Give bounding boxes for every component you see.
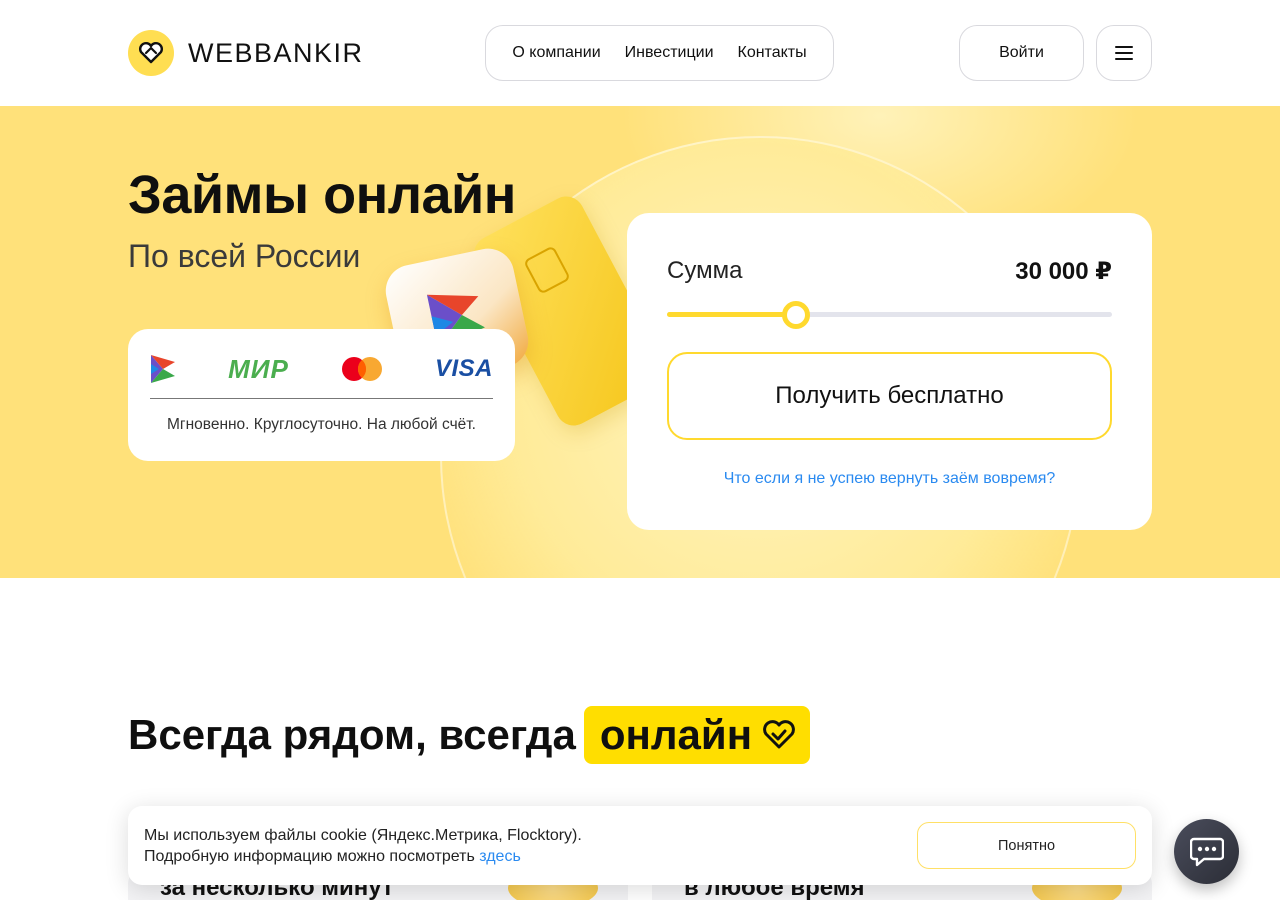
chat-button[interactable]: [1174, 819, 1239, 884]
cookie-text-line1: Мы используем файлы cookie (Яндекс.Метри…: [144, 827, 582, 844]
menu-button[interactable]: [1096, 25, 1152, 81]
payment-methods-card: МИР VISA Мгновенно. Круглосуточно. На лю…: [128, 329, 515, 461]
chat-bubble-icon: [1189, 837, 1224, 866]
amount-value: 30 000 ₽: [1015, 258, 1112, 285]
payment-caption: Мгновенно. Круглосуточно. На любой счёт.: [167, 416, 476, 433]
amount-label: Сумма: [667, 257, 743, 284]
login-button[interactable]: Войти: [959, 25, 1084, 81]
amount-slider[interactable]: [667, 301, 1112, 329]
logo-heart-icon: [128, 30, 174, 76]
nav-link-contacts[interactable]: Контакты: [738, 44, 807, 62]
hero-subtitle: По всей России: [128, 238, 361, 274]
hero-title: Займы онлайн: [128, 165, 516, 225]
site-header: WEBBANKIR О компании Инвестиции Контакты…: [0, 0, 1280, 106]
visa-logo: VISA: [434, 355, 493, 382]
cookie-banner: Мы используем файлы cookie (Яндекс.Метри…: [128, 806, 1152, 885]
logo[interactable]: WEBBANKIR: [128, 30, 364, 76]
slider-thumb[interactable]: [782, 301, 811, 329]
cookie-accept-button[interactable]: Понятно: [917, 822, 1136, 869]
hero-section: Займы онлайн По всей России МИР VISA Мгн…: [0, 106, 1280, 578]
nav-link-about[interactable]: О компании: [512, 44, 600, 62]
mir-logo: МИР: [228, 353, 289, 384]
loan-calculator: Сумма 30 000 ₽ Получить бесплатно Что ес…: [627, 213, 1152, 530]
payment-divider: [150, 398, 493, 399]
sbp-logo-icon: [151, 355, 175, 383]
nav-link-investments[interactable]: Инвестиции: [625, 44, 714, 62]
late-return-link[interactable]: Что если я не успею вернуть заём вовремя…: [627, 470, 1152, 488]
cookie-text-line2: Подробную информацию можно посмотреть: [144, 848, 475, 865]
cookie-text: Мы используем файлы cookie (Яндекс.Метри…: [144, 825, 582, 867]
online-badge: онлайн: [583, 706, 811, 764]
payment-logos: МИР VISA: [150, 351, 493, 387]
hamburger-icon: [1115, 46, 1133, 60]
logo-text: WEBBANKIR: [188, 37, 364, 68]
main-nav: О компании Инвестиции Контакты: [485, 25, 834, 81]
heart-check-icon: [763, 720, 795, 749]
slider-fill: [667, 312, 797, 317]
section-title: Всегда рядом, всегда онлайн: [128, 706, 811, 764]
mastercard-logo-icon: [341, 357, 382, 381]
cookie-details-link[interactable]: здесь: [479, 848, 521, 865]
get-free-button[interactable]: Получить бесплатно: [667, 352, 1112, 440]
section-title-text: Всегда рядом, всегда: [128, 711, 576, 758]
online-badge-text: онлайн: [599, 711, 753, 758]
